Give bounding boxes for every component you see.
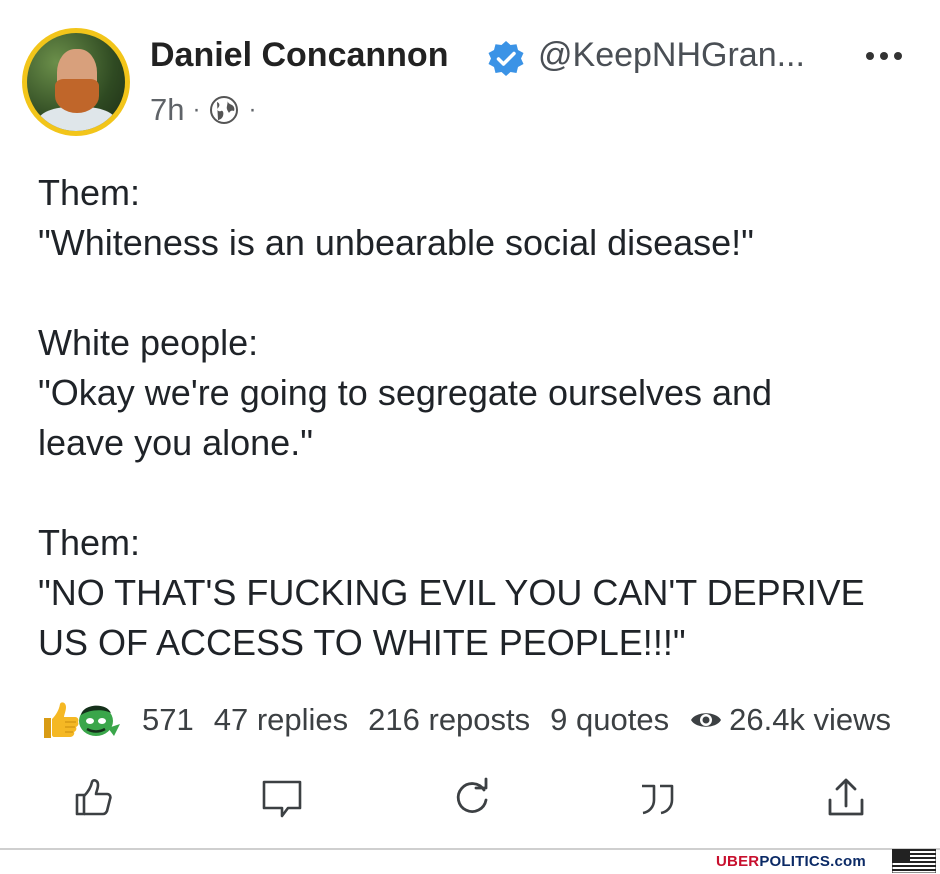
body-line: White people: <box>38 322 259 363</box>
body-line: leave you alone." <box>38 422 313 463</box>
watermark: UBER POLITICS.com <box>716 850 866 872</box>
hulk-emoji-icon[interactable] <box>76 700 122 740</box>
more-options-icon[interactable] <box>866 46 910 66</box>
body-line: "NO THAT'S FUCKING EVIL YOU CAN'T DEPRIV… <box>38 572 865 613</box>
body-line: "Whiteness is an unbearable social disea… <box>38 222 754 263</box>
timestamp[interactable]: 7h <box>150 92 184 128</box>
quote-icon[interactable] <box>636 776 680 820</box>
verified-badge-icon <box>488 41 524 76</box>
separator-dot: · <box>248 96 257 123</box>
us-flag-icon <box>892 849 936 873</box>
views-count[interactable]: 26.4k views <box>729 702 891 738</box>
repost-icon[interactable] <box>450 776 494 820</box>
body-paragraph: Them: "NO THAT'S FUCKING EVIL YOU CAN'T … <box>38 518 918 668</box>
action-bar <box>0 770 940 830</box>
avatar-photo <box>27 33 125 131</box>
reply-icon[interactable] <box>260 776 304 820</box>
quotes-count[interactable]: 9 quotes <box>550 702 669 738</box>
share-icon[interactable] <box>824 776 868 820</box>
separator-dot: · <box>192 96 201 123</box>
post-card: Daniel Concannon @KeepNHGran... 7h · · T… <box>0 0 940 850</box>
post-meta: 7h · · <box>150 92 264 128</box>
reposts-count[interactable]: 216 reposts <box>368 702 530 738</box>
body-line: "Okay we're going to segregate ourselves… <box>38 372 773 413</box>
body-paragraph: White people: "Okay we're going to segre… <box>38 318 918 468</box>
body-paragraph: Them: "Whiteness is an unbearable social… <box>38 168 918 268</box>
watermark-uber: UBER <box>716 852 760 870</box>
reactions-count[interactable]: 571 <box>142 702 194 738</box>
body-line: Them: <box>38 172 141 213</box>
globe-icon <box>210 96 239 124</box>
avatar[interactable] <box>22 28 130 136</box>
author-name[interactable]: Daniel Concannon <box>150 36 448 75</box>
author-handle[interactable]: @KeepNHGran... <box>538 36 805 75</box>
body-line: US OF ACCESS TO WHITE PEOPLE!!!" <box>38 622 686 663</box>
watermark-politics: POLITICS.com <box>759 852 866 870</box>
engagement-stats: 571 47 replies 216 reposts 9 quotes 26.4… <box>38 694 891 746</box>
replies-count[interactable]: 47 replies <box>214 702 348 738</box>
like-icon[interactable] <box>72 776 116 820</box>
body-line: Them: <box>38 522 141 563</box>
post-body: Them: "Whiteness is an unbearable social… <box>38 168 918 718</box>
eye-icon <box>691 713 722 727</box>
